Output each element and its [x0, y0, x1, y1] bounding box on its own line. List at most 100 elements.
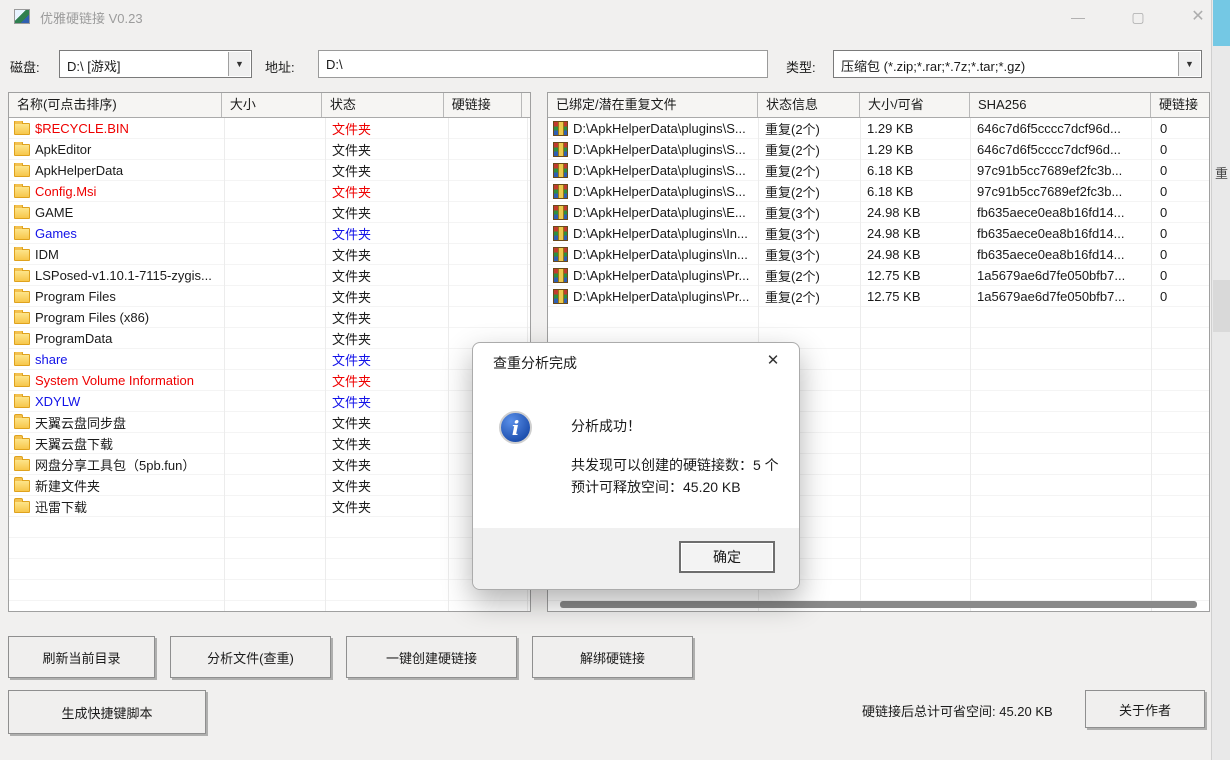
table-row[interactable]: ApkEditor文件夹 [9, 139, 530, 160]
about-author-button[interactable]: 关于作者 [1085, 690, 1205, 728]
folder-icon [14, 438, 30, 450]
horizontal-scrollbar[interactable] [560, 601, 1197, 608]
table-row[interactable]: System Volume Information文件夹 [9, 370, 530, 391]
table-row[interactable]: D:\ApkHelperData\plugins\Pr...重复(2个)12.7… [548, 286, 1209, 307]
unbind-hardlink-button[interactable]: 解绑硬链接 [532, 636, 693, 678]
table-row[interactable]: D:\ApkHelperData\plugins\S...重复(2个)1.29 … [548, 118, 1209, 139]
folder-name-cell: Config.Msi [9, 184, 224, 199]
status-cell: 文件夹 [325, 497, 448, 516]
table-row[interactable]: D:\ApkHelperData\plugins\S...重复(2个)6.18 … [548, 160, 1209, 181]
header-sha256[interactable]: SHA256 [970, 93, 1151, 117]
sha256-cell: 97c91b5cc7689ef2fc3b... [970, 163, 1151, 178]
file-path-cell: D:\ApkHelperData\plugins\Pr... [548, 268, 758, 283]
create-hardlink-button[interactable]: 一键创建硬链接 [346, 636, 517, 678]
header-path[interactable]: 已绑定/潜在重复文件 [548, 93, 758, 117]
table-row[interactable]: $RECYCLE.BIN文件夹 [9, 118, 530, 139]
folder-name-cell: 天翼云盘下载 [9, 434, 224, 453]
status-cell: 文件夹 [325, 203, 448, 222]
size-savable-cell: 24.98 KB [860, 205, 970, 220]
links-cell: 0 [1151, 247, 1209, 262]
header-size[interactable]: 大小 [222, 93, 322, 117]
folder-name-cell: System Volume Information [9, 373, 224, 388]
analyze-files-button[interactable]: 分析文件(查重) [170, 636, 331, 678]
table-row[interactable]: D:\ApkHelperData\plugins\Pr...重复(2个)12.7… [548, 265, 1209, 286]
status-cell: 文件夹 [325, 392, 448, 411]
header-links[interactable]: 硬链接 [444, 93, 522, 117]
disk-label: 磁盘: [10, 57, 40, 76]
generate-script-button[interactable]: 生成快捷键脚本 [8, 690, 206, 734]
header-status-info[interactable]: 状态信息 [758, 93, 860, 117]
size-savable-cell: 24.98 KB [860, 247, 970, 262]
dialog-message: 分析成功！ [571, 416, 641, 436]
type-select[interactable]: 压缩包 (*.zip;*.rar;*.7z;*.tar;*.gz) ▼ [833, 50, 1202, 78]
table-row[interactable]: D:\ApkHelperData\plugins\In...重复(3个)24.9… [548, 244, 1209, 265]
status-info-cell: 重复(2个) [758, 140, 860, 159]
table-row[interactable]: 天翼云盘下载 文件夹 [9, 433, 530, 454]
folder-name-cell: ProgramData [9, 331, 224, 346]
chevron-down-icon[interactable]: ▼ [1178, 52, 1200, 76]
folder-icon [14, 312, 30, 324]
status-cell: 文件夹 [325, 140, 448, 159]
table-row[interactable]: Games文件夹 [9, 223, 530, 244]
background-window-titlebar [1213, 0, 1230, 46]
folder-icon [14, 123, 30, 135]
minimize-button[interactable]: — [1058, 4, 1098, 30]
file-path-cell: D:\ApkHelperData\plugins\S... [548, 163, 758, 178]
status-cell: 文件夹 [325, 182, 448, 201]
table-row[interactable]: Program Files文件夹 [9, 286, 530, 307]
status-info-cell: 重复(3个) [758, 203, 860, 222]
archive-file-icon [553, 247, 568, 262]
folder-name-cell: ApkHelperData [9, 163, 224, 178]
table-row[interactable]: 迅雷下载文件夹 [9, 496, 530, 517]
folder-icon [14, 333, 30, 345]
type-value: 压缩包 (*.zip;*.rar;*.7z;*.tar;*.gz) [841, 56, 1025, 75]
status-cell: 文件夹 [325, 266, 448, 285]
address-input[interactable] [318, 50, 768, 78]
size-savable-cell: 6.18 KB [860, 184, 970, 199]
folder-name-cell: XDYLW [9, 394, 224, 409]
table-row[interactable]: Config.Msi 文件夹 [9, 181, 530, 202]
folder-icon [14, 354, 30, 366]
file-path-cell: D:\ApkHelperData\plugins\S... [548, 121, 758, 136]
table-row[interactable]: ProgramData文件夹 [9, 328, 530, 349]
archive-file-icon [553, 205, 568, 220]
close-button[interactable]: ✕ [1178, 4, 1218, 30]
table-row[interactable]: 天翼云盘同步盘文件夹 [9, 412, 530, 433]
folder-name-cell: GAME [9, 205, 224, 220]
disk-select[interactable]: D:\ [游戏] ▼ [59, 50, 252, 78]
maximize-button[interactable]: ▢ [1118, 4, 1158, 30]
header-status[interactable]: 状态 [322, 93, 444, 117]
header-links[interactable]: 硬链接 [1151, 93, 1209, 117]
header-name[interactable]: 名称(可点击排序) [9, 93, 222, 117]
window-title: 优雅硬链接 V0.23 [40, 8, 143, 27]
dialog-close-icon[interactable]: ✕ [759, 349, 787, 373]
table-row[interactable]: 网盘分享工具包（5pb.fun）文件夹 [9, 454, 530, 475]
status-cell: 文件夹 [325, 245, 448, 264]
table-row[interactable]: GAME 文件夹 [9, 202, 530, 223]
table-row[interactable]: ApkHelperData文件夹 [9, 160, 530, 181]
archive-file-icon [553, 226, 568, 241]
archive-file-icon [553, 184, 568, 199]
background-window-strip: 重 [1213, 0, 1230, 760]
refresh-directory-button[interactable]: 刷新当前目录 [8, 636, 155, 678]
table-row[interactable]: XDYLW 文件夹 [9, 391, 530, 412]
folder-name-cell: LSPosed-v1.10.1-7115-zygis... [9, 268, 224, 283]
folder-icon [14, 270, 30, 282]
chevron-down-icon[interactable]: ▼ [228, 52, 250, 76]
table-row[interactable]: IDM文件夹 [9, 244, 530, 265]
type-label: 类型: [786, 57, 816, 76]
info-icon: i [499, 411, 532, 444]
table-row[interactable]: 新建文件夹文件夹 [9, 475, 530, 496]
status-cell: 文件夹 [325, 224, 448, 243]
ok-button[interactable]: 确定 [679, 541, 775, 573]
header-size-savable[interactable]: 大小/可省 [860, 93, 970, 117]
table-row[interactable]: LSPosed-v1.10.1-7115-zygis... 文件夹 [9, 265, 530, 286]
table-row[interactable]: D:\ApkHelperData\plugins\E...重复(3个)24.98… [548, 202, 1209, 223]
dialog-detail-links: 共发现可以创建的硬链接数：5 个 [571, 455, 779, 475]
status-cell: 文件夹 [325, 434, 448, 453]
table-row[interactable]: Program Files (x86)文件夹 [9, 307, 530, 328]
table-row[interactable]: share文件夹 [9, 349, 530, 370]
table-row[interactable]: D:\ApkHelperData\plugins\In...重复(3个)24.9… [548, 223, 1209, 244]
table-row[interactable]: D:\ApkHelperData\plugins\S...重复(2个)1.29 … [548, 139, 1209, 160]
table-row[interactable]: D:\ApkHelperData\plugins\S...重复(2个)6.18 … [548, 181, 1209, 202]
